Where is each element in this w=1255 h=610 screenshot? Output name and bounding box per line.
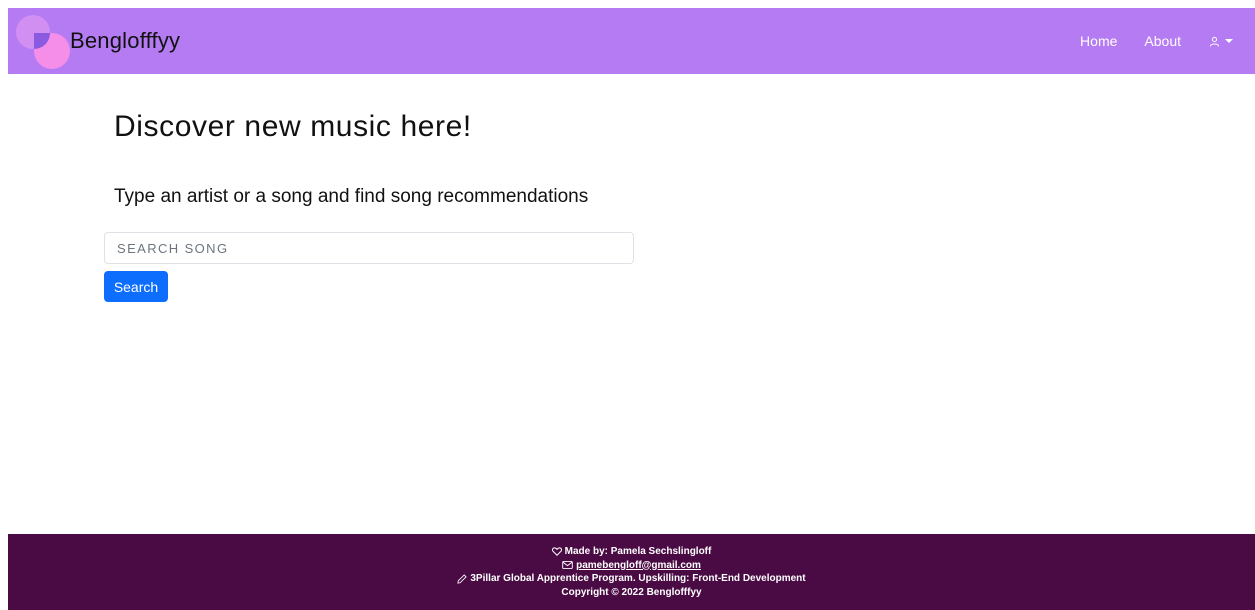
footer: Made by: Pamela Sechslingloff pamebenglo…	[8, 534, 1255, 610]
pencil-icon	[457, 574, 468, 584]
search-button[interactable]: Search	[104, 271, 168, 302]
page-title: Discover new music here!	[114, 110, 472, 143]
nav-links: Home About	[1053, 33, 1255, 49]
footer-made-by-line: Made by: Pamela Sechslingloff	[8, 545, 1255, 559]
user-menu-dropdown[interactable]	[1209, 36, 1233, 47]
nav-link-about[interactable]: About	[1144, 33, 1181, 49]
logo-icon	[8, 8, 70, 74]
footer-copyright: Copyright © 2022 Benglofffyy	[561, 586, 702, 598]
page-subtitle: Type an artist or a song and find song r…	[114, 186, 589, 207]
brand-name: Benglofffyy	[70, 28, 181, 53]
heart-icon	[551, 547, 562, 557]
footer-email-line: pamebengloff@gmail.com	[8, 559, 1255, 573]
footer-made-by: Made by: Pamela Sechslingloff	[564, 546, 712, 557]
brand-link[interactable]: Benglofffyy	[8, 8, 180, 74]
person-icon	[1209, 36, 1220, 46]
caret-down-icon	[1225, 39, 1233, 43]
page: Benglofffyy Home About Discover new musi…	[0, 0, 1255, 610]
navbar: Benglofffyy Home About	[8, 8, 1255, 74]
footer-email-link[interactable]: pamebengloff@gmail.com	[576, 559, 701, 573]
nav-link-home[interactable]: Home	[1080, 33, 1117, 49]
footer-copyright-line: Copyright © 2022 Benglofffyy	[8, 586, 1255, 600]
envelope-icon	[562, 561, 573, 570]
search-input[interactable]	[104, 232, 634, 264]
footer-program: 3Pillar Global Apprentice Program. Upski…	[470, 573, 806, 584]
footer-program-line: 3Pillar Global Apprentice Program. Upski…	[8, 572, 1255, 586]
